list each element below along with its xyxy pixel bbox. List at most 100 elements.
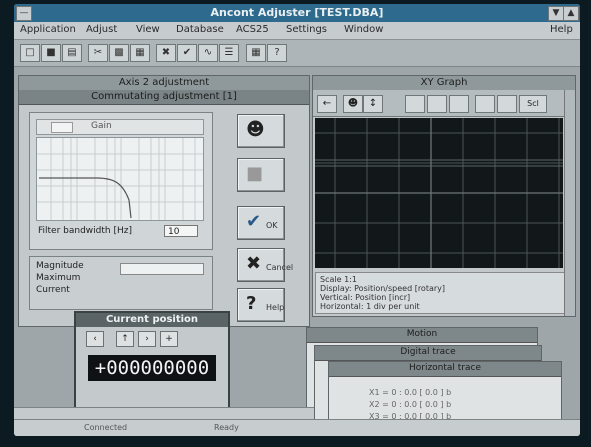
menu-view[interactable]: View	[136, 24, 160, 35]
horizontal-trace-titlebar[interactable]: Horizontal trace	[329, 362, 561, 377]
xy-tool-7[interactable]	[475, 95, 495, 113]
stop-button[interactable]: ■	[237, 158, 285, 192]
minimize-icon[interactable]: ▼	[548, 6, 564, 21]
xy-info-line-1: Scale 1:1	[320, 275, 357, 284]
bode-plot-grid	[37, 138, 203, 220]
gain-color-swatch	[51, 122, 73, 133]
current-position-titlebar[interactable]: Current position	[76, 313, 228, 327]
current-label: Current	[36, 285, 70, 295]
motion-titlebar[interactable]: Motion	[307, 328, 537, 343]
ok-button-label: OK	[266, 221, 278, 230]
xy-tool-6[interactable]	[449, 95, 469, 113]
gain-curve	[39, 177, 132, 219]
title-bar: — Ancont Adjuster [TEST.DBA] ▼ ▲	[14, 4, 580, 22]
oscilloscope-display	[315, 118, 563, 268]
horizontal-trace-title: Horizontal trace	[408, 363, 482, 373]
step-left-button[interactable]: ‹	[86, 331, 104, 347]
updown-icon[interactable]: ↕	[363, 95, 383, 113]
status-right: Ready	[214, 423, 239, 432]
menu-database[interactable]: Database	[176, 24, 224, 35]
help-icon[interactable]: ?	[267, 44, 287, 62]
cross-icon[interactable]: ✖	[156, 44, 176, 62]
application-window: — Ancont Adjuster [TEST.DBA] ▼ ▲ Applica…	[14, 4, 580, 436]
gain-frame: Gain Filter bandwidth [Hz] 10	[29, 112, 213, 250]
probe-icon[interactable]: ☻	[343, 95, 363, 113]
status-bar: Connected Ready	[14, 419, 580, 436]
scope-grid	[315, 118, 563, 268]
cancel-x-icon: ✖	[246, 253, 262, 274]
print-icon[interactable]: ▤	[62, 44, 82, 62]
gain-tab[interactable]: Gain	[36, 119, 204, 135]
ok-button[interactable]: ✔ OK	[237, 206, 285, 240]
xy-toolbar: ← ☻ ↕ Scl	[313, 90, 575, 117]
xy-window-titlebar[interactable]: XY Graph	[313, 76, 575, 91]
run-icon: ☻	[246, 119, 265, 140]
digital-trace-title: Digital trace	[400, 347, 456, 357]
question-icon: ?	[246, 293, 257, 314]
xy-info-line-2: Display: Position/speed [rotary]	[320, 284, 446, 293]
bandwidth-input[interactable]: 10	[164, 225, 198, 237]
xy-info-line-4: Horizontal: 1 div per unit	[320, 302, 420, 311]
paste-icon[interactable]: ▦	[130, 44, 150, 62]
menu-window[interactable]: Window	[344, 24, 383, 35]
xy-graph-window: XY Graph ← ☻ ↕ Scl Scale 1:1 Display: Po…	[312, 75, 576, 317]
digital-trace-titlebar[interactable]: Digital trace	[315, 346, 541, 361]
xy-vertical-scrollbar[interactable]	[564, 90, 575, 316]
menu-help[interactable]: Help	[550, 24, 573, 35]
commutating-title: Commutating adjustment [1]	[91, 91, 237, 102]
cancel-button[interactable]: ✖ Cancel	[237, 248, 293, 282]
trace-line-2: X2 = 0 : 0.0 [ 0.0 ] b	[369, 400, 452, 409]
trace-line-1: X1 = 0 : 0.0 [ 0.0 ] b	[369, 388, 452, 397]
magnitude-slider[interactable]	[120, 263, 204, 275]
xy-info-line-3: Vertical: Position [incr]	[320, 293, 411, 302]
help-button-label: Help	[266, 303, 285, 312]
window-title: Ancont Adjuster [TEST.DBA]	[210, 6, 384, 19]
motion-title: Motion	[406, 329, 438, 339]
menu-adjust[interactable]: Adjust	[86, 24, 117, 35]
home-button[interactable]: ↑	[116, 331, 134, 347]
open-icon[interactable]: □	[20, 44, 40, 62]
toolbar: □ ■ ▤ ✂ ▩ ▦ ✖ ✔ ∿ ☰ ▦ ?	[14, 40, 580, 67]
list-icon[interactable]: ☰	[219, 44, 239, 62]
step-right-button[interactable]: ›	[138, 331, 156, 347]
xy-tool-8[interactable]	[497, 95, 517, 113]
xy-info-panel: Scale 1:1 Display: Position/speed [rotar…	[315, 272, 565, 314]
menu-bar: Application Adjust View Database ACS25 S…	[14, 22, 580, 40]
maximize-icon[interactable]: ▲	[563, 6, 579, 21]
current-position-window: Current position ‹ ↑ › + +000000000	[74, 311, 230, 409]
xy-tool-5[interactable]	[427, 95, 447, 113]
menu-settings[interactable]: Settings	[286, 24, 327, 35]
current-position-title: Current position	[105, 314, 199, 325]
axis-window-title: Axis 2 adjustment	[118, 77, 210, 88]
checkmark-icon: ✔	[246, 211, 262, 232]
grid-icon[interactable]: ▦	[246, 44, 266, 62]
add-button[interactable]: +	[160, 331, 178, 347]
cut-icon[interactable]: ✂	[88, 44, 108, 62]
commutating-titlebar[interactable]: Commutating adjustment [1]	[19, 90, 309, 105]
wave-icon[interactable]: ∿	[198, 44, 218, 62]
left-arrow-icon[interactable]: ←	[317, 95, 337, 113]
bandwidth-row: Filter bandwidth [Hz] 10	[36, 225, 202, 239]
help-button[interactable]: ? Help	[237, 288, 285, 322]
run-button[interactable]: ☻	[237, 114, 285, 148]
stop-icon: ■	[246, 163, 264, 184]
check-icon[interactable]: ✔	[177, 44, 197, 62]
axis-window-titlebar[interactable]: Axis 2 adjustment	[19, 76, 309, 91]
bandwidth-label: Filter bandwidth [Hz]	[38, 226, 132, 236]
copy-icon[interactable]: ▩	[109, 44, 129, 62]
maximum-label: Maximum	[36, 273, 81, 283]
xy-tool-4[interactable]	[405, 95, 425, 113]
scale-button[interactable]: Scl	[519, 95, 547, 113]
bode-plot	[36, 137, 204, 221]
magnitude-label: Magnitude	[36, 261, 84, 271]
gain-tab-label: Gain	[91, 121, 112, 131]
magnitude-group: Magnitude Maximum Current	[29, 256, 213, 310]
cancel-button-label: Cancel	[266, 263, 294, 272]
position-counter: +000000000	[88, 355, 216, 381]
menu-acs25[interactable]: ACS25	[236, 24, 269, 35]
mdi-workspace: Axis 2 adjustment Commutating adjustment…	[14, 67, 580, 436]
menu-application[interactable]: Application	[20, 24, 76, 35]
axis-adjustment-window: Axis 2 adjustment Commutating adjustment…	[18, 75, 310, 327]
save-icon[interactable]: ■	[41, 44, 61, 62]
status-left: Connected	[84, 423, 128, 432]
